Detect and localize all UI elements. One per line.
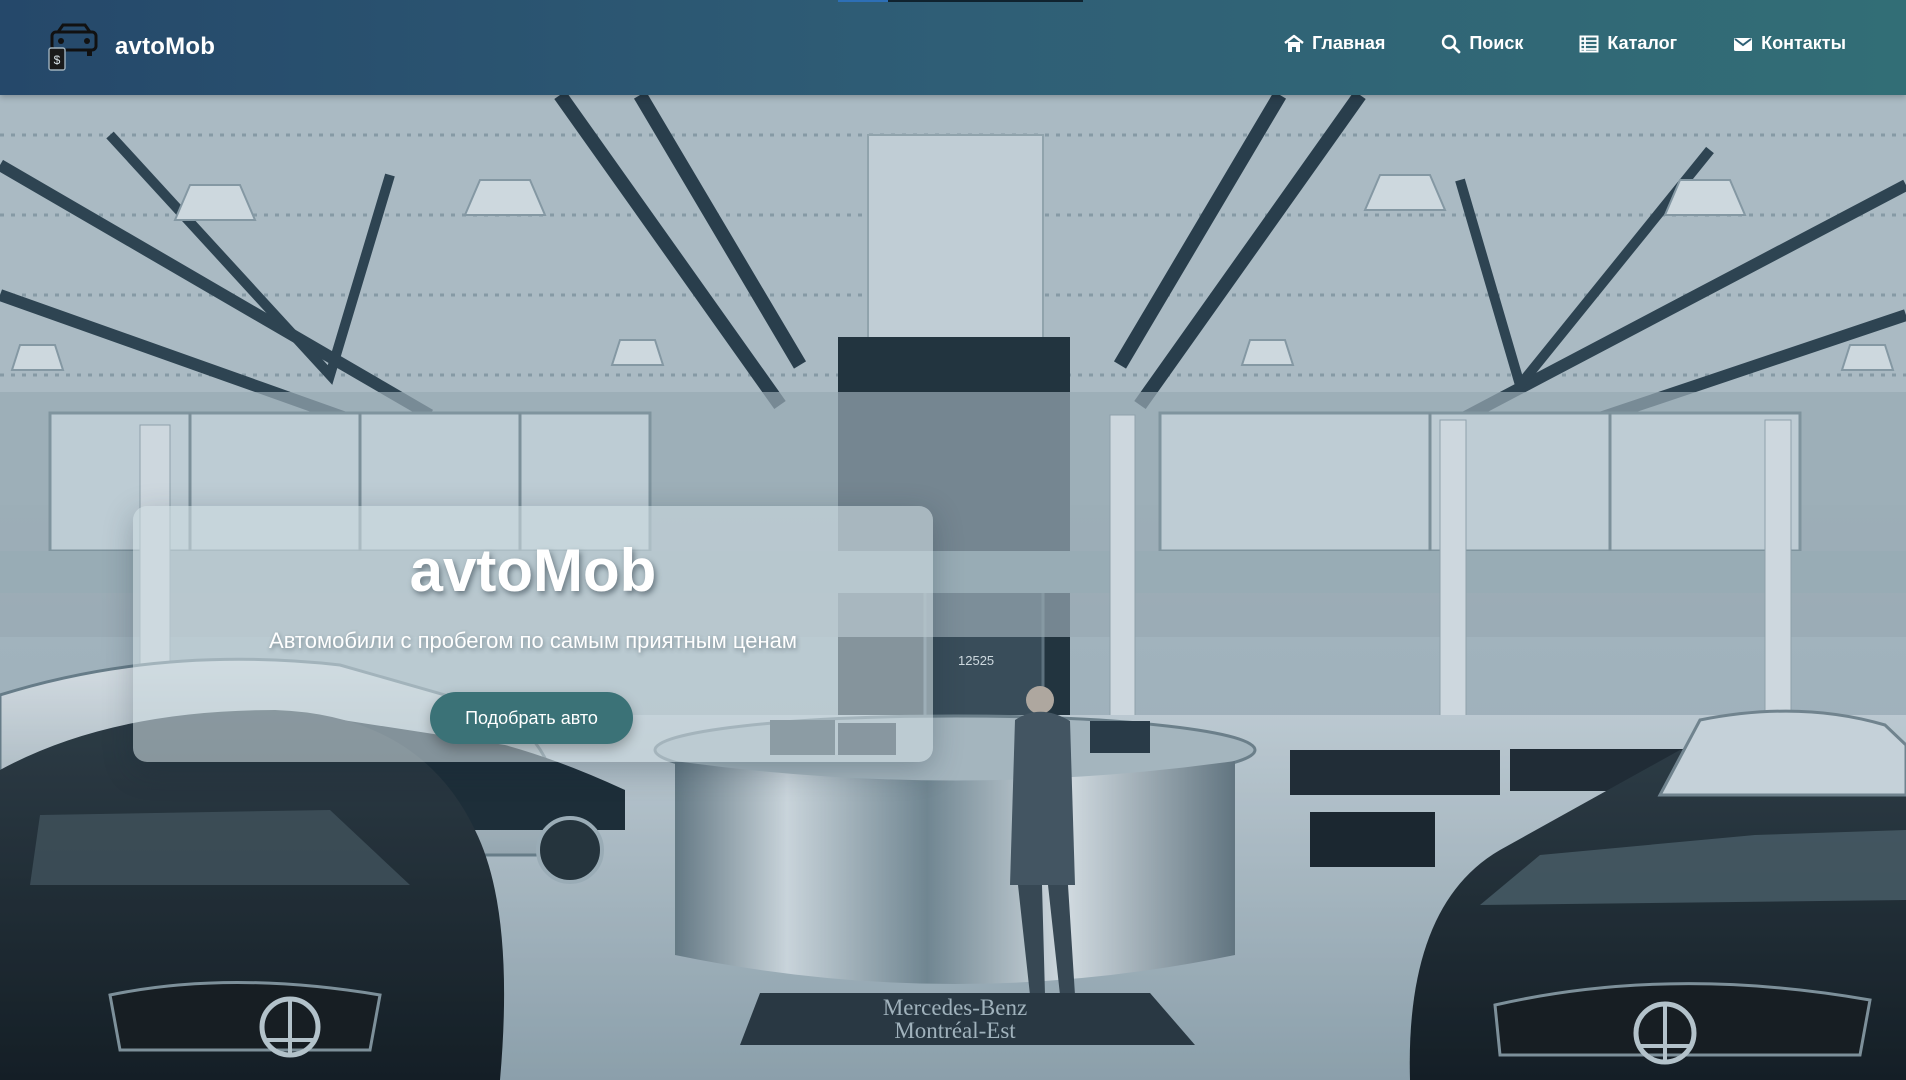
catalog-icon (1579, 35, 1599, 52)
main-navigation: Главная Поиск Каталог Контакты (1228, 33, 1846, 54)
nav-item-contacts[interactable]: Контакты (1733, 33, 1846, 54)
envelope-icon (1734, 37, 1753, 51)
brand-link[interactable]: $ avtoMob (47, 22, 215, 72)
nav-item-search-label: Поиск (1469, 33, 1524, 53)
brand-name: avtoMob (115, 33, 216, 60)
showroom-sign-line-1: Mercedes-Benz (883, 995, 1027, 1020)
top-accent-blue-segment (838, 0, 888, 2)
search-icon (1442, 34, 1461, 53)
showroom-sign-line-2: Montréal-Est (894, 1018, 1016, 1043)
top-accent-bar (838, 0, 1083, 2)
home-icon (1284, 34, 1304, 52)
page: $ avtoMob Главная Поиск Каталог Контакты… (0, 0, 1906, 1080)
nav-item-home-label: Главная (1312, 33, 1386, 53)
nav-item-search[interactable]: Поиск (1441, 33, 1523, 54)
nav-item-catalog-label: Каталог (1607, 33, 1678, 53)
svg-text:$: $ (54, 53, 61, 67)
hero-card: avtoMob Автомобили с пробегом по самым п… (133, 506, 933, 762)
car-dealer-icon: $ (48, 23, 98, 71)
nav-item-catalog[interactable]: Каталог (1579, 33, 1677, 54)
hero-subtitle: Автомобили с пробегом по самым приятным … (269, 628, 797, 653)
door-number-text: 12525 (958, 653, 994, 668)
navbar: $ avtoMob Главная Поиск Каталог Контакты (0, 0, 1906, 95)
nav-item-contacts-label: Контакты (1761, 33, 1846, 53)
choose-car-button[interactable]: Подобрать авто (430, 692, 633, 744)
hero-title: avtoMob (409, 537, 657, 604)
nav-item-home[interactable]: Главная (1284, 33, 1385, 54)
